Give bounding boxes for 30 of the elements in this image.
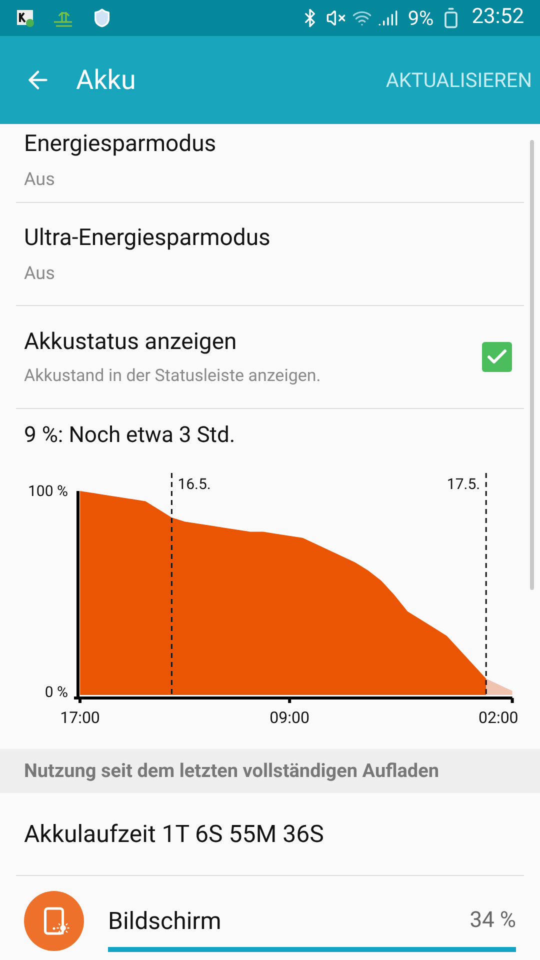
battery-percent: 9% — [408, 5, 434, 32]
section-header-text: Nutzung seit dem letzten vollständigen Aufladen — [24, 758, 440, 784]
setting-subtitle: Aus — [24, 168, 56, 192]
x-tick-label: 09:00 — [270, 708, 310, 727]
usage-name: Bildschirm — [108, 906, 222, 936]
app-bar-title: Akku — [76, 62, 136, 98]
shield-icon — [92, 8, 112, 28]
y-tick-label: 100 % — [28, 482, 68, 500]
clock: 23:52 — [472, 4, 524, 32]
settings-item[interactable]: Energiesparmodus Aus — [16, 124, 524, 203]
battery-estimate: 9 %: Noch etwa 3 Std. — [24, 422, 236, 450]
setting-subtitle: Akkustand in der Statusleiste anzeigen. — [24, 364, 321, 388]
setting-title: Ultra-Energiesparmodus — [24, 223, 270, 254]
settings-item[interactable]: Ultra-Energiesparmodus Aus — [16, 203, 524, 306]
setting-subtitle: Aus — [24, 262, 56, 286]
usage-item[interactable]: Bildschirm 34 % — [16, 876, 524, 960]
settings-item[interactable]: Akkustatus anzeigen Akkustand in der Statusleiste anzeigen. — [16, 306, 524, 409]
uptime-text: Akkulaufzeit 1T 6S 55M 36S — [24, 819, 324, 850]
x-tick-label: 02:00 — [478, 708, 518, 727]
mute-icon — [326, 8, 346, 28]
setting-title: Akkustatus anzeigen — [24, 327, 238, 357]
app-notification-icon — [16, 8, 36, 28]
date-label: 16.5. — [178, 475, 211, 493]
setting-title: Energiesparmodus — [24, 129, 216, 160]
date-label: 17.5. — [446, 475, 480, 493]
checkbox[interactable] — [482, 342, 512, 372]
signal-icon — [378, 8, 398, 28]
x-tick-label: 17:00 — [60, 708, 100, 727]
y-tick-label: 0 % — [44, 683, 68, 701]
usage-percent: 34 % — [470, 907, 516, 935]
